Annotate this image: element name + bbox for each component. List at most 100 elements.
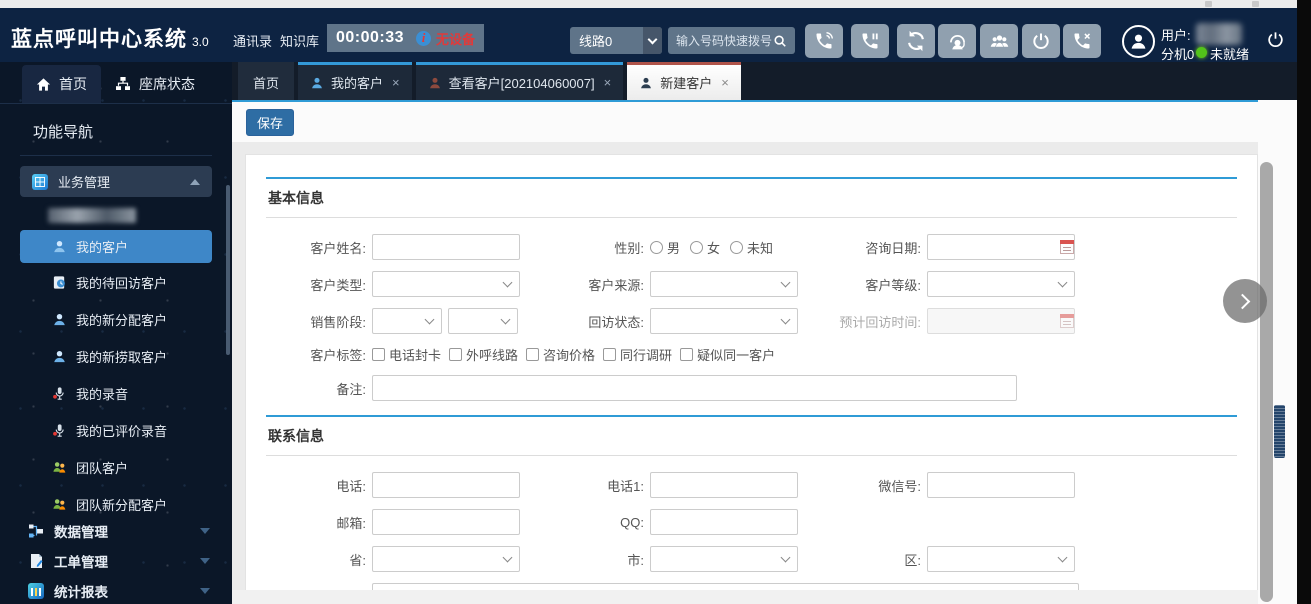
consult-date-input[interactable]: [927, 234, 1075, 260]
next-page-button[interactable]: [1223, 279, 1267, 323]
hold-call-icon: [862, 33, 878, 49]
divider: [20, 155, 212, 156]
report-icon: [28, 583, 44, 599]
sidebar-item-team-newly-assigned[interactable]: 团队新分配客户: [0, 486, 232, 516]
person-icon: [54, 350, 65, 363]
chevron-down-icon[interactable]: [643, 27, 662, 54]
conference-button[interactable]: [980, 24, 1018, 58]
sidebar-tab-agent-status-label: 座席状态: [139, 76, 195, 92]
tag-checkbox-price-inquiry[interactable]: 咨询价格: [526, 345, 595, 364]
customer-type-select[interactable]: [372, 271, 520, 297]
sidebar-item-team-customers[interactable]: 团队客户: [0, 449, 232, 486]
customer-level-select[interactable]: [927, 271, 1075, 297]
chevron-down-icon: [200, 588, 210, 594]
radio-icon: [730, 240, 744, 254]
transfer-call-button[interactable]: [897, 24, 935, 58]
calendar-icon[interactable]: [1060, 240, 1074, 254]
sidebar-group-data[interactable]: 数据管理: [0, 516, 232, 546]
sidebar-item-my-recordings[interactable]: 我的录音: [0, 375, 232, 412]
close-icon[interactable]: ×: [604, 75, 612, 90]
page-scrollbar-thumb[interactable]: [1260, 162, 1273, 602]
device-status-text: 无设备: [436, 31, 476, 47]
phone1-input[interactable]: [650, 472, 798, 498]
sales-stage-select-1[interactable]: [372, 308, 442, 334]
radio-label: 女: [707, 240, 721, 256]
gender-radio-female[interactable]: 女: [690, 238, 720, 257]
sidebar-item-newly-fetched[interactable]: 我的新捞取客户: [0, 338, 232, 375]
wechat-input[interactable]: [927, 472, 1075, 498]
calendar-icon: [1060, 314, 1074, 328]
divider: [266, 217, 1237, 218]
tag-checkbox-competitor-research[interactable]: 同行调研: [603, 345, 672, 364]
sidebar-item-newly-assigned[interactable]: 我的新分配客户: [0, 301, 232, 338]
save-button[interactable]: 保存: [246, 108, 295, 136]
sidebar-tab-agent-status[interactable]: 座席状态: [101, 65, 209, 103]
sidebar-item-rated-recordings[interactable]: 我的已评价录音: [0, 412, 232, 449]
tag-checkbox-outbound-line[interactable]: 外呼线路: [449, 345, 518, 364]
sidebar-item-pending-callback[interactable]: 我的待回访客户: [0, 264, 232, 301]
chevron-down-icon: [780, 277, 791, 288]
sidebar-scrollbar[interactable]: [226, 185, 230, 355]
sales-stage-select-2[interactable]: [448, 308, 518, 334]
tag-checkbox-suspected-duplicate[interactable]: 疑似同一客户: [680, 345, 775, 364]
tab-label: 首页: [253, 76, 280, 91]
email-input[interactable]: [372, 509, 520, 535]
window-control-icon[interactable]: [1252, 1, 1259, 7]
district-label: 区:: [904, 552, 921, 568]
checkbox-icon: [680, 348, 694, 361]
chevron-down-icon: [1057, 552, 1068, 563]
tab-home[interactable]: 首页: [238, 62, 295, 100]
vertical-scroll-track: [1258, 100, 1297, 604]
sidebar: 首页 座席状态 功能导航 业务管理 我的客户 我的待回访客户 我的新分配客户 我…: [0, 62, 232, 604]
sidebar-group-workorder-label: 工单管理: [54, 555, 108, 570]
quick-dial-input[interactable]: 输入号码快速拨号: [668, 27, 795, 54]
tab-view-customer[interactable]: 查看客户[202104060007] ×: [415, 62, 624, 100]
tag-checkbox-phone-blocked[interactable]: 电话封卡: [372, 345, 441, 364]
horizontal-scroll-track[interactable]: [232, 590, 1258, 604]
gender-label: 性别:: [614, 240, 644, 256]
customer-name-input[interactable]: [372, 234, 520, 260]
window-control-icon[interactable]: [1205, 1, 1212, 7]
city-select[interactable]: [650, 546, 798, 572]
close-icon[interactable]: ×: [392, 75, 400, 90]
province-select[interactable]: [372, 546, 520, 572]
redacted-username: [1196, 23, 1242, 45]
sidebar-group-reports[interactable]: 统计报表: [0, 576, 232, 604]
new-customer-form: 基本信息 客户姓名: 性别: 男 女 未知 咨询日期: 客户类型: 客户来源: …: [245, 154, 1258, 604]
sign-off-button[interactable]: [1022, 24, 1060, 58]
phone-input[interactable]: [372, 472, 520, 498]
sidebar-group-workorder[interactable]: 工单管理: [0, 546, 232, 576]
tab-my-customers[interactable]: 我的客户 ×: [298, 62, 412, 100]
sidebar-item-my-customers[interactable]: 我的客户: [20, 230, 212, 263]
remark-input[interactable]: [372, 375, 1017, 401]
chevron-down-icon: [780, 314, 791, 325]
menu-contacts[interactable]: 通讯录: [233, 31, 272, 50]
sales-stage-label: 销售阶段:: [310, 314, 366, 330]
callback-list-icon: [53, 276, 65, 289]
sidebar-tab-home[interactable]: 首页: [22, 65, 101, 103]
line-select[interactable]: 线路0: [570, 27, 662, 54]
hold-call-button[interactable]: [851, 24, 889, 58]
tab-new-customer[interactable]: 新建客户 ×: [627, 62, 741, 100]
close-icon[interactable]: ×: [721, 75, 729, 90]
sidebar-group-data-label: 数据管理: [54, 525, 108, 540]
customer-name-label: 客户姓名:: [310, 240, 366, 256]
district-select[interactable]: [927, 546, 1075, 572]
info-icon: i: [416, 30, 432, 46]
callback-status-select[interactable]: [650, 308, 798, 334]
gender-radio-unknown[interactable]: 未知: [730, 238, 773, 257]
team-icon: [53, 462, 66, 473]
hangup-button[interactable]: [1063, 24, 1101, 58]
menu-knowledge-base[interactable]: 知识库: [280, 31, 319, 50]
agent-monitor-button[interactable]: [938, 24, 976, 58]
qq-input[interactable]: [650, 509, 798, 535]
wechat-label: 微信号:: [878, 478, 921, 494]
chevron-down-icon: [502, 552, 513, 563]
inner-scrollbar-thumb[interactable]: [1274, 405, 1285, 458]
logout-button[interactable]: [1266, 30, 1285, 49]
customer-source-select[interactable]: [650, 271, 798, 297]
gender-radio-male[interactable]: 男: [650, 238, 680, 257]
sidebar-group-business[interactable]: 业务管理: [20, 166, 212, 197]
dial-call-button[interactable]: [805, 24, 843, 58]
search-icon[interactable]: [773, 34, 787, 48]
